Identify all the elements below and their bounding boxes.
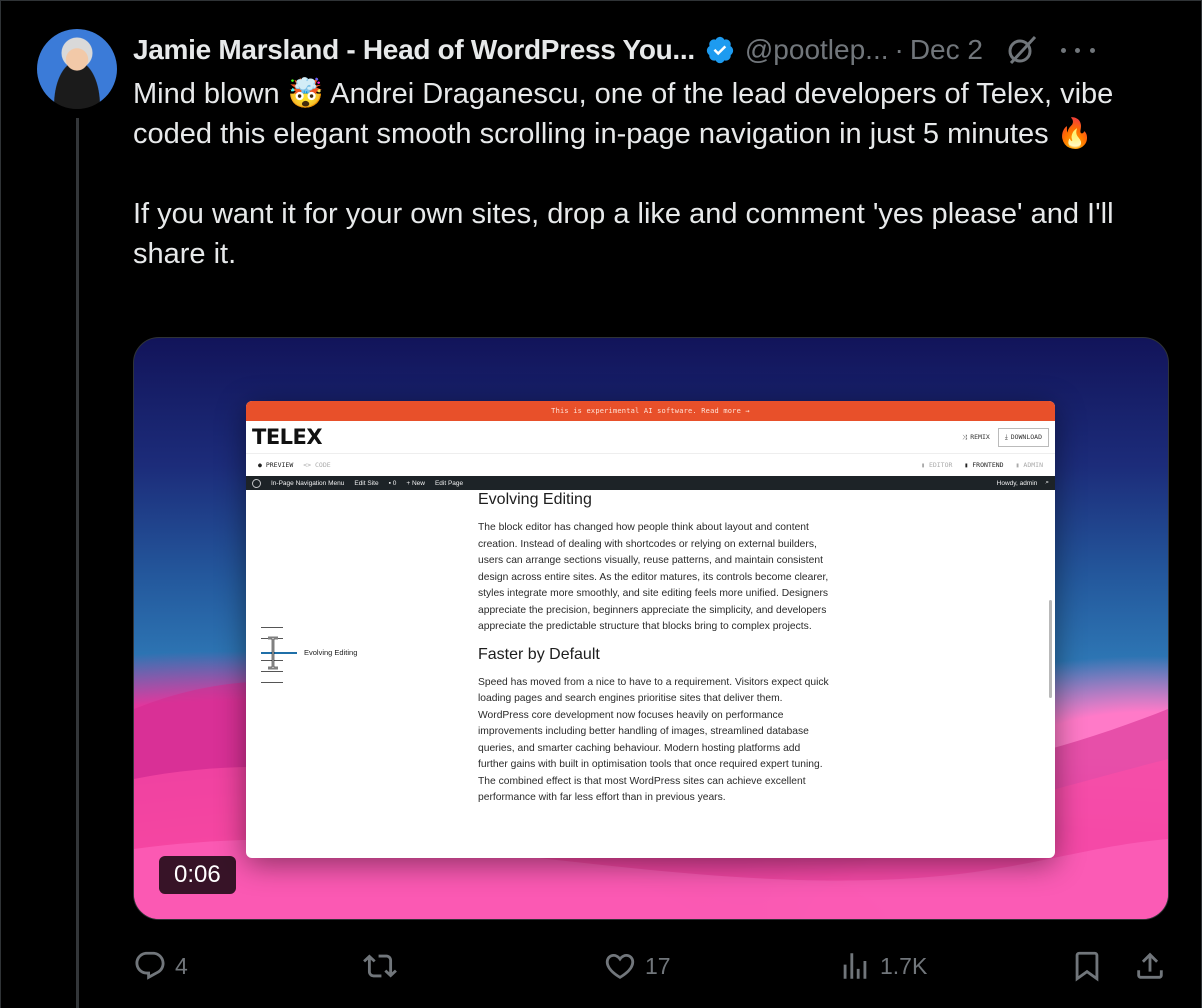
wp-admin-bar: In-Page Navigation Menu Edit Site ▪ 0 + … [246,476,1055,490]
tweet-actions: 4 17 1.7K [133,943,1169,989]
share-button[interactable] [1133,943,1167,989]
views-count: 1.7K [880,952,928,979]
heart-icon [605,953,635,979]
tab-preview-label: PREVIEW [265,461,294,469]
tweet-header: Jamie Marsland - Head of WordPress You..… [133,30,1173,70]
admin-howdy[interactable]: Howdy, admin [997,480,1038,487]
telex-logo[interactable]: TELEX [252,425,323,449]
tweet-text: Mind blown 🤯 Andrei Draganescu, one of t… [133,78,1114,270]
separator-dot: · [894,34,904,65]
retweet-icon [363,954,397,978]
admin-comments[interactable]: ▪ 0 [389,480,397,487]
more-options-icon[interactable] [1060,33,1095,67]
tab-editor[interactable]: ▮ EDITOR [921,461,952,469]
views-chart-icon [843,953,867,979]
reply-icon [135,951,165,980]
download-button[interactable]: ⤓ DOWNLOAD [997,427,1049,447]
admin-site-name[interactable]: In-Page Navigation Menu [271,480,344,487]
remix-button[interactable]: ⤨ REMIX [962,433,990,442]
bookmark-icon: ▮ [1015,461,1020,469]
author-handle[interactable]: @pootlep... [745,34,889,66]
section-title-faster-by-default: Faster by Default [478,645,600,663]
like-button[interactable]: 17 [603,943,671,989]
reply-count: 4 [175,952,188,979]
tab-preview[interactable]: ● PREVIEW [258,461,293,469]
article-content: Evolving Editing The block editor has ch… [478,490,830,816]
download-label: DOWNLOAD [1010,433,1042,441]
telex-toolbar: TELEX ⤨ REMIX ⤓ DOWNLOAD [246,421,1055,454]
admin-new-label: New [411,479,425,487]
left-border [0,0,1,1008]
download-icon: ⤓ [1004,432,1008,441]
page-scrollbar[interactable] [1049,600,1052,698]
tab-admin-label: ADMIN [1023,461,1043,469]
section-body-faster-by-default: Speed has moved from a nice to have to a… [478,676,829,804]
tweet-date[interactable]: Dec 2 [910,34,983,66]
views-button[interactable]: 1.7K [838,943,927,989]
share-icon [1137,952,1163,979]
bookmark-icon: ▮ [964,461,969,469]
tab-frontend[interactable]: ▮ FRONTEND [964,461,1003,469]
verified-badge-icon[interactable] [705,35,735,65]
top-border [0,0,1202,1]
tab-code[interactable]: <> CODE [303,461,330,469]
eye-icon: ● [258,461,262,469]
admin-edit-site[interactable]: Edit Site [354,480,378,487]
tab-admin[interactable]: ▮ ADMIN [1016,461,1043,469]
admin-search-icon[interactable]: ⌕ [1045,479,1049,487]
grok-icon[interactable] [1005,33,1039,67]
bookmark-icon [1075,951,1099,982]
tab-frontend-label: FRONTEND [972,461,1004,469]
page-content-area: Evolving Editing Evolving Editing The bl… [246,490,1055,858]
reply-button[interactable]: 4 [133,943,188,989]
author-name[interactable]: Jamie Marsland - Head of WordPress You..… [133,34,695,66]
text-cursor-icon [268,636,278,670]
bookmark-icon: ▮ [921,461,926,469]
nav-active-label[interactable]: Evolving Editing [304,648,357,657]
section-body-evolving-editing: The block editor has changed how people … [478,522,829,632]
view-tabs: ● PREVIEW <> CODE ▮ EDITOR ▮ FRONTEND ▮ … [246,454,1055,476]
section-title-evolving-editing: Evolving Editing [478,491,592,508]
video-player[interactable]: This is experimental AI software. Read m… [133,337,1169,920]
admin-edit-page[interactable]: Edit Page [435,480,463,487]
browser-window: This is experimental AI software. Read m… [246,401,1055,858]
like-count: 17 [645,952,671,979]
admin-comments-count: 0 [392,479,397,487]
retweet-button[interactable] [363,943,405,989]
wordpress-logo-icon[interactable] [252,478,261,488]
bookmark-button[interactable] [1070,943,1104,989]
shuffle-icon: ⤨ [962,432,968,441]
avatar[interactable] [37,29,117,109]
tab-editor-label: EDITOR [928,461,953,469]
remix-label: REMIX [970,433,990,441]
admin-new[interactable]: + New [406,480,425,487]
comment-icon: ▪ [388,479,391,487]
video-timestamp: 0:06 [159,856,236,894]
experimental-banner[interactable]: This is experimental AI software. Read m… [246,401,1055,421]
thread-line [76,118,79,1008]
